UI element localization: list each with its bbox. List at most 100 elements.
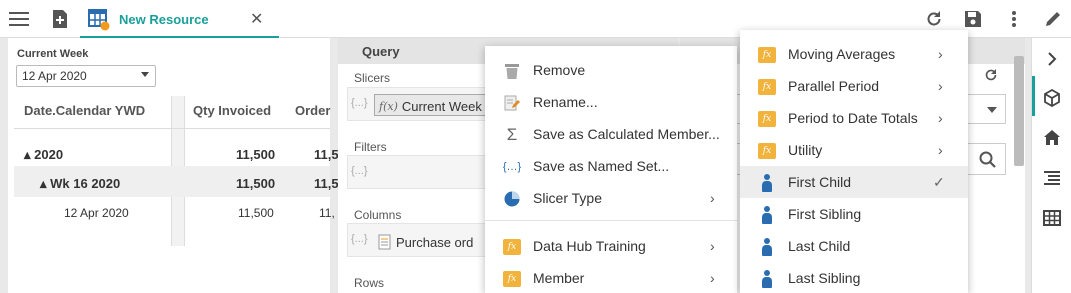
trash-icon xyxy=(503,62,521,80)
save-icon[interactable] xyxy=(961,7,985,31)
columns-label: Columns xyxy=(354,208,402,222)
submenu-item-moving-averages[interactable]: fx Moving Averages › xyxy=(740,38,968,70)
check-icon: ✓ xyxy=(933,174,945,190)
menu-divider xyxy=(485,220,737,221)
grid-header[interactable]: Order xyxy=(295,103,330,118)
function-icon: fx xyxy=(503,238,521,256)
cell-value: 11,5 xyxy=(314,176,339,191)
slicer-chip-label: Current Week xyxy=(401,98,482,114)
search-icon xyxy=(979,151,996,168)
tab-title: New Resource xyxy=(119,12,209,27)
row-label: 12 Apr 2020 xyxy=(64,206,129,220)
home-icon[interactable] xyxy=(1040,126,1064,150)
named-set-icon: {...} xyxy=(351,233,368,245)
cell-value: 11,500 xyxy=(236,176,276,191)
current-week-select[interactable]: 12 Apr 2020 xyxy=(16,65,156,87)
chevron-right-icon[interactable] xyxy=(1040,47,1064,71)
menu-item-label: Parallel Period xyxy=(788,78,880,94)
menu-item-label: Save as Named Set... xyxy=(533,158,670,174)
new-document-icon[interactable] xyxy=(48,7,72,31)
function-icon: fx xyxy=(503,270,521,288)
menu-item-slicer-type[interactable]: Slicer Type › xyxy=(485,182,737,214)
cell-value: 11, xyxy=(319,206,335,220)
member-icon xyxy=(758,174,776,192)
filters-dropzone[interactable]: {...} xyxy=(347,155,507,189)
named-set-icon: {…} xyxy=(502,161,522,173)
menu-item-label: Remove xyxy=(533,62,586,78)
menu-item-label: Member xyxy=(533,270,585,286)
slicers-label: Slicers xyxy=(354,71,391,85)
columns-chip[interactable]: Purchase ord xyxy=(374,230,477,252)
current-week-value: 12 Apr 2020 xyxy=(22,69,87,83)
context-menu: Remove Rename... Σ Save as Calculated Me… xyxy=(485,46,737,293)
rail-active-indicator xyxy=(1032,76,1035,116)
submenu-item-utility[interactable]: fx Utility › xyxy=(740,134,968,166)
table-icon[interactable] xyxy=(1040,206,1064,230)
pie-icon xyxy=(503,190,521,208)
pencil-icon[interactable] xyxy=(1041,7,1065,31)
query-title: Query xyxy=(362,44,400,59)
menu-item-label: Rename... xyxy=(533,94,598,110)
tab-new-resource[interactable]: New Resource ✕ xyxy=(80,0,279,38)
menu-item-label: Save as Calculated Member... xyxy=(533,126,720,142)
menu-item-remove[interactable]: Remove xyxy=(485,54,737,86)
columns-dropzone[interactable]: {...} Purchase ord xyxy=(347,223,507,257)
grid-header[interactable]: Date.Calendar YWD xyxy=(24,103,145,118)
right-rail xyxy=(1031,38,1071,293)
menu-item-member[interactable]: fx Member › xyxy=(485,262,737,293)
member-icon xyxy=(758,238,776,256)
more-vertical-icon[interactable] xyxy=(1002,7,1026,31)
chevron-right-icon: › xyxy=(938,110,943,126)
columns-chip-label: Purchase ord xyxy=(396,234,474,250)
submenu-item-last-sibling[interactable]: Last Sibling xyxy=(740,262,968,293)
chevron-right-icon: › xyxy=(710,190,715,206)
menu-item-label: Slicer Type xyxy=(533,190,602,206)
function-icon: fx xyxy=(758,46,776,64)
grid-header[interactable]: Qty Invoiced xyxy=(193,103,271,118)
menu-item-label: Last Sibling xyxy=(788,270,861,286)
submenu-item-first-child[interactable]: First Child ✓ xyxy=(740,166,968,198)
function-icon: fx xyxy=(758,142,776,160)
refresh-icon[interactable] xyxy=(922,7,946,31)
list-icon[interactable] xyxy=(1040,166,1064,190)
cell-value: 11,5 xyxy=(314,147,339,162)
menu-item-data-hub-training[interactable]: fx Data Hub Training › xyxy=(485,230,737,262)
caret-down-icon xyxy=(141,72,149,77)
filters-label: Filters xyxy=(354,140,387,154)
submenu-item-last-child[interactable]: Last Child xyxy=(740,230,968,262)
menu-item-label: Period to Date Totals xyxy=(788,110,918,126)
menu-item-rename[interactable]: Rename... xyxy=(485,86,737,118)
chevron-right-icon: › xyxy=(938,142,943,158)
grid-divider xyxy=(14,128,330,129)
menu-icon[interactable] xyxy=(7,7,31,31)
member-icon xyxy=(758,270,776,288)
menu-item-label: Moving Averages xyxy=(788,46,896,62)
scrollbar-thumb[interactable] xyxy=(1014,56,1024,166)
caret-down-icon xyxy=(987,107,997,113)
row-label[interactable]: ▴ 2020 xyxy=(24,147,63,163)
row-label[interactable]: ▴ Wk 16 2020 xyxy=(40,176,120,192)
chevron-right-icon: › xyxy=(710,270,715,286)
menu-item-label: First Child xyxy=(788,174,852,190)
submenu-item-parallel-period[interactable]: fx Parallel Period › xyxy=(740,70,968,102)
menu-item-label: Last Child xyxy=(788,238,851,254)
close-icon[interactable]: ✕ xyxy=(250,9,263,29)
chevron-right-icon: › xyxy=(938,78,943,94)
member-icon xyxy=(758,206,776,224)
submenu-item-period-to-date-totals[interactable]: fx Period to Date Totals › xyxy=(740,102,968,134)
rename-icon xyxy=(503,94,521,112)
refresh-icon[interactable] xyxy=(984,68,998,85)
submenu-item-first-sibling[interactable]: First Sibling xyxy=(740,198,968,230)
menu-item-save-named-set[interactable]: {…} Save as Named Set... xyxy=(485,150,737,182)
chevron-right-icon: › xyxy=(938,46,943,62)
grid-resource-icon xyxy=(88,9,110,34)
slicer-chip[interactable]: f(x) Current Week xyxy=(374,94,487,116)
member-submenu: fx Moving Averages › fx Parallel Period … xyxy=(740,30,968,293)
current-week-label: Current Week xyxy=(17,48,89,60)
menu-item-label: Utility xyxy=(788,142,823,158)
menu-item-save-calculated-member[interactable]: Σ Save as Calculated Member... xyxy=(485,118,737,150)
slicers-dropzone[interactable]: {...} f(x) Current Week xyxy=(347,87,507,121)
sigma-icon: Σ xyxy=(506,125,518,144)
chevron-right-icon: › xyxy=(710,238,715,254)
cube-icon[interactable] xyxy=(1040,86,1064,110)
